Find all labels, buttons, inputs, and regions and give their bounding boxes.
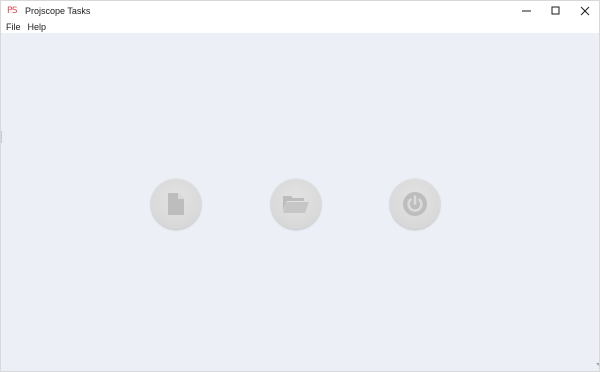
close-button[interactable] [570, 1, 599, 21]
window-title: Projscope Tasks [25, 6, 91, 16]
menu-item-file[interactable]: File [1, 21, 25, 33]
menu-item-help[interactable]: Help [25, 21, 51, 33]
left-edge-marker [1, 131, 2, 143]
resize-grip-icon[interactable] [596, 361, 599, 369]
power-button[interactable] [390, 179, 440, 229]
new-file-button[interactable] [151, 179, 201, 229]
app-window: PS Projscope Tasks File Help [0, 0, 600, 372]
window-controls [512, 1, 599, 21]
maximize-button[interactable] [541, 1, 570, 21]
minimize-icon [521, 10, 531, 12]
menu-bar: File Help [1, 21, 599, 33]
title-bar[interactable]: PS Projscope Tasks [1, 1, 599, 21]
main-content-area [1, 33, 599, 371]
app-logo-icon: PS [7, 6, 18, 16]
minimize-button[interactable] [512, 1, 541, 21]
maximize-icon [551, 6, 559, 15]
close-icon [580, 6, 589, 16]
folder-open-icon [283, 196, 309, 213]
power-icon [403, 192, 427, 216]
file-icon [168, 193, 184, 215]
open-folder-button[interactable] [271, 179, 321, 229]
